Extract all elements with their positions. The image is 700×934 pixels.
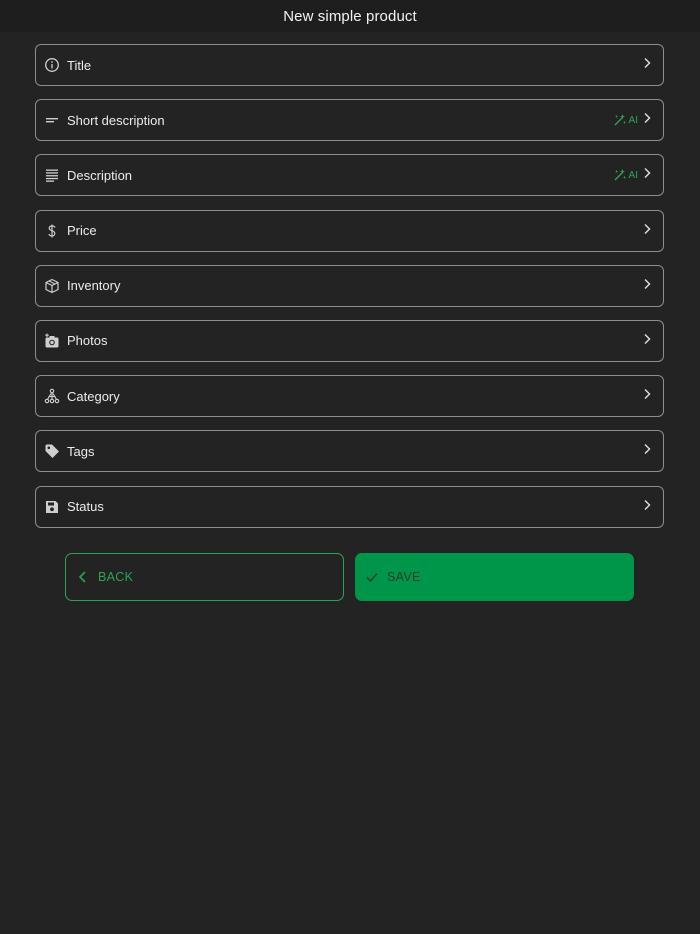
field-label: Inventory [67, 278, 121, 294]
top-app-bar: New simple product [0, 0, 700, 32]
product-field-list: Title Short description AI Description A… [35, 44, 664, 541]
chevron-right-icon [641, 442, 653, 460]
dollar-icon [44, 223, 60, 239]
field-label: Category [67, 388, 120, 404]
ai-sparkle-icon [614, 114, 626, 126]
chevron-right-icon [641, 222, 653, 240]
field-label: Description [67, 167, 133, 183]
ai-badge[interactable]: AI [613, 168, 638, 182]
ai-badge[interactable]: AI [613, 113, 638, 127]
page-title: New simple product [283, 7, 417, 25]
field-label: Status [67, 499, 104, 514]
save-button[interactable]: SAVE [355, 553, 634, 601]
save-icon [44, 499, 60, 515]
field-status[interactable]: Status [35, 485, 664, 528]
chevron-right-icon [641, 166, 653, 184]
field-label: Tags [67, 443, 95, 459]
ai-sparkle-icon [614, 169, 626, 181]
ai-label: AI [628, 114, 638, 126]
chevron-right-icon [641, 277, 653, 295]
chevron-right-icon [641, 498, 653, 516]
field-title[interactable]: Title [35, 44, 664, 86]
tag-icon [44, 443, 60, 459]
back-button[interactable]: BACK [65, 553, 344, 601]
chevron-right-icon [641, 56, 653, 74]
field-label: Photos [67, 333, 108, 349]
check-icon [365, 570, 379, 584]
long-text-icon [44, 167, 60, 183]
back-button-label: BACK [98, 570, 134, 584]
chevron-right-icon [641, 111, 653, 129]
field-description[interactable]: Description AI [35, 154, 664, 197]
box-icon [44, 278, 60, 294]
chevron-right-icon [641, 332, 653, 350]
field-price[interactable]: Price [35, 209, 664, 252]
short-text-icon [44, 112, 60, 128]
chevron-right-icon [641, 387, 653, 405]
field-category[interactable]: Category [35, 375, 664, 418]
field-short-description[interactable]: Short description AI [35, 99, 664, 142]
category-tree-icon [44, 388, 60, 404]
add-photo-icon [44, 333, 60, 349]
field-label: Price [67, 223, 97, 239]
save-button-label: SAVE [387, 570, 421, 584]
ai-label: AI [628, 169, 638, 181]
field-photos[interactable]: Photos [35, 319, 664, 362]
field-tags[interactable]: Tags [35, 430, 664, 473]
chevron-left-icon [76, 570, 90, 584]
field-label: Short description [67, 112, 165, 128]
field-label: Title [67, 57, 92, 73]
info-icon [44, 57, 60, 73]
field-inventory[interactable]: Inventory [35, 264, 664, 307]
